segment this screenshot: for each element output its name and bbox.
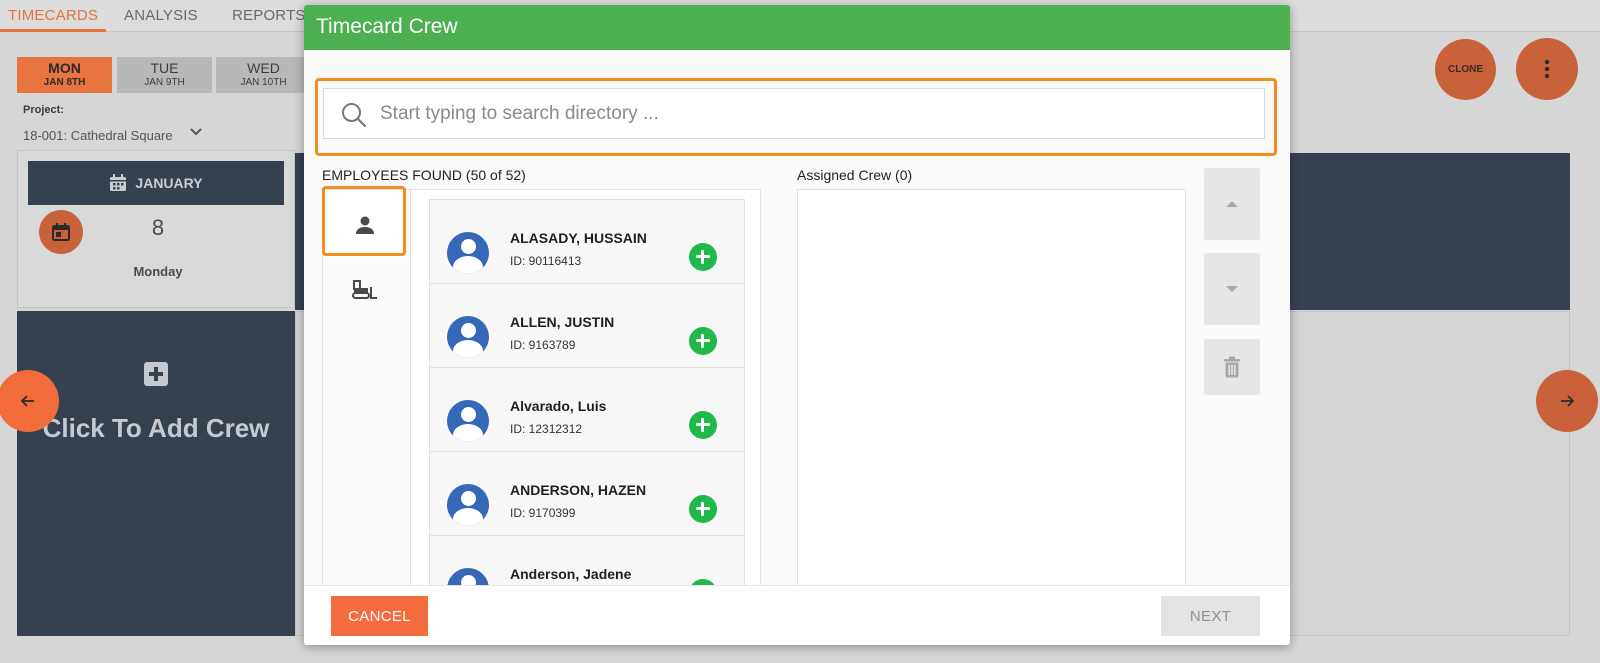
avatar	[447, 484, 489, 526]
event-icon	[52, 223, 70, 241]
avatar	[447, 400, 489, 442]
dialog-title: Timecard Crew	[304, 5, 1290, 50]
assigned-crew-list[interactable]	[797, 189, 1186, 599]
employee-id: ID: 9170399	[510, 506, 576, 520]
day-date: JAN 9TH	[144, 77, 185, 88]
avatar	[447, 232, 489, 274]
list-item[interactable]: Alvarado, Luis ID: 12312312	[430, 368, 744, 452]
dialog-footer: CANCEL NEXT	[304, 585, 1290, 645]
calendar-picker-button[interactable]	[39, 210, 83, 254]
active-tab-underline	[0, 29, 106, 32]
day-button-tue[interactable]: TUE JAN 9TH	[117, 57, 212, 93]
move-down-button[interactable]	[1204, 253, 1260, 325]
arrow-right-icon	[1561, 395, 1575, 407]
list-item[interactable]: ANDERSON, HAZEN ID: 9170399	[430, 452, 744, 536]
tab-analysis[interactable]: ANALYSIS	[124, 7, 198, 24]
calendar-day-number: 8	[151, 215, 165, 240]
tab-reports[interactable]: REPORTS	[232, 7, 306, 24]
tab-timecards[interactable]: TIMECARDS	[8, 7, 98, 24]
delete-button[interactable]	[1204, 339, 1260, 395]
day-date: JAN 10TH	[240, 77, 287, 88]
add-employee-icon[interactable]	[689, 327, 717, 355]
add-crew-panel[interactable]: Click To Add Crew	[17, 311, 295, 636]
employee-name: ALASADY, HUSSAIN	[510, 230, 647, 246]
search-input[interactable]	[380, 97, 1240, 131]
list-item[interactable]: ALASADY, HUSSAIN ID: 90116413	[430, 200, 744, 284]
employee-name: Anderson, Jadene	[510, 566, 632, 582]
employee-name: ANDERSON, HAZEN	[510, 482, 647, 498]
chevron-down-icon[interactable]	[188, 124, 204, 140]
day-button-mon[interactable]: MON JAN 8TH	[17, 57, 112, 93]
day-name: WED	[247, 60, 280, 76]
cancel-button[interactable]: CANCEL	[331, 596, 428, 636]
employee-id: ID: 9163789	[510, 338, 576, 352]
employee-type-highlight-frame	[322, 186, 406, 256]
calendar-weekday: Monday	[133, 264, 183, 279]
search-box[interactable]	[323, 88, 1265, 139]
clone-button[interactable]: CLONE	[1435, 39, 1496, 100]
next-button[interactable]: NEXT	[1161, 596, 1260, 636]
calendar-header: JANUARY	[28, 161, 284, 205]
day-button-wed[interactable]: WED JAN 10TH	[216, 57, 311, 93]
employee-list[interactable]: ALASADY, HUSSAIN ID: 90116413 ALLEN, JUS…	[429, 199, 745, 599]
search-icon	[342, 103, 367, 128]
employee-id: ID: 90116413	[510, 254, 582, 268]
calendar-month: JANUARY	[135, 175, 203, 191]
bulldozer-icon	[352, 280, 377, 299]
next-day-button[interactable]	[1536, 370, 1598, 432]
move-up-button[interactable]	[1204, 168, 1260, 240]
more-vertical-icon	[1544, 59, 1550, 79]
timecard-crew-dialog: Timecard Crew EMPLOYEES FOUND (50 of 52)…	[304, 5, 1290, 645]
caret-down-icon	[1226, 286, 1238, 292]
day-name: MON	[48, 60, 81, 76]
trash-icon	[1224, 356, 1240, 378]
assigned-crew-label: Assigned Crew (0)	[797, 167, 913, 183]
add-box-icon	[144, 362, 168, 386]
caret-up-icon	[1226, 201, 1238, 207]
employees-found-label: EMPLOYEES FOUND (50 of 52)	[322, 167, 526, 183]
day-date: JAN 8TH	[43, 77, 86, 88]
project-select[interactable]: 18-001: Cathedral Square	[23, 128, 173, 143]
day-name: TUE	[150, 60, 179, 76]
list-item[interactable]: ALLEN, JUSTIN ID: 9163789	[430, 284, 744, 368]
add-employee-icon[interactable]	[689, 411, 717, 439]
more-options-button[interactable]	[1516, 38, 1578, 100]
employee-name: Alvarado, Luis	[510, 398, 607, 414]
avatar	[447, 316, 489, 358]
calendar-icon	[110, 174, 127, 191]
project-label: Project:	[23, 104, 64, 116]
previous-day-button[interactable]	[0, 370, 59, 432]
add-employee-icon[interactable]	[689, 243, 717, 271]
calendar-card: JANUARY 8 Monday	[17, 150, 295, 308]
equipment-type-tab[interactable]	[325, 270, 405, 310]
add-employee-icon[interactable]	[689, 495, 717, 523]
employee-id: ID: 12312312	[510, 422, 583, 436]
arrow-left-icon	[20, 395, 34, 407]
add-crew-label: Click To Add Crew	[42, 413, 270, 443]
employee-name: ALLEN, JUSTIN	[510, 314, 615, 330]
